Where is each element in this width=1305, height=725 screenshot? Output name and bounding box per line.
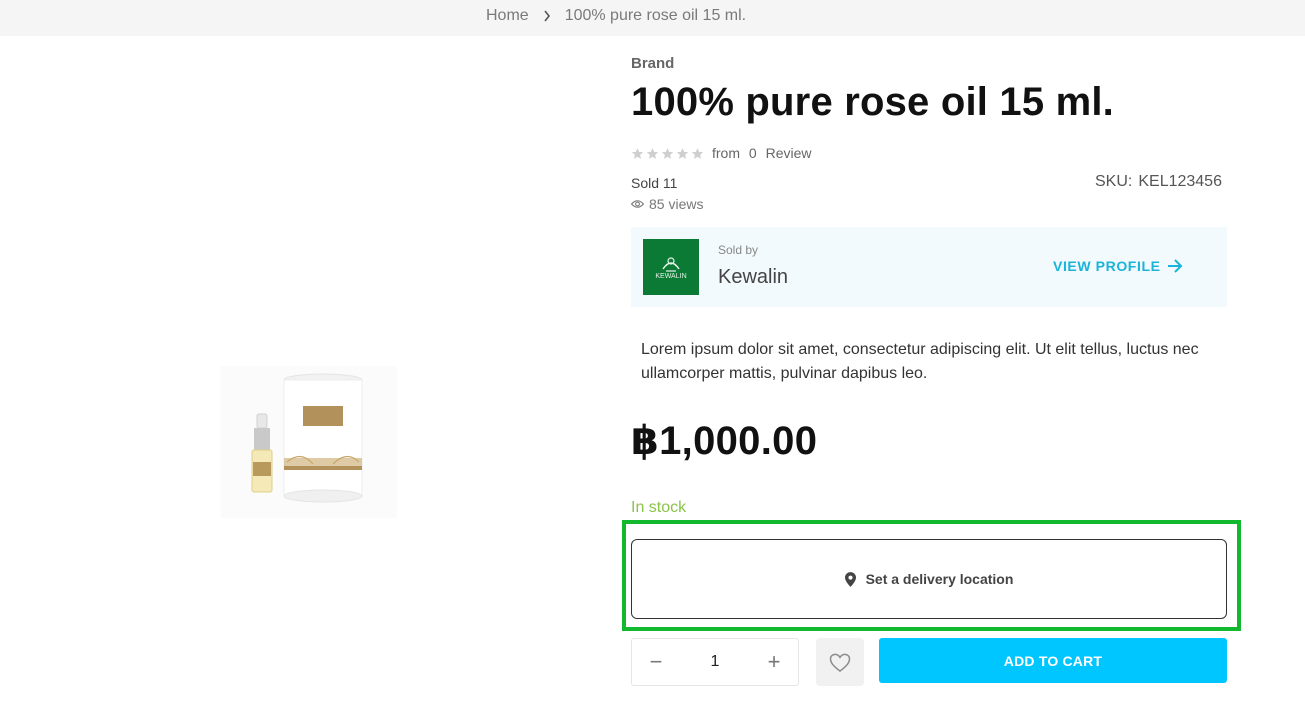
add-to-cart-button[interactable]: ADD TO CART (879, 638, 1227, 683)
delivery-label: Set a delivery location (865, 571, 1014, 587)
wishlist-button[interactable] (816, 638, 864, 686)
sku: SKU: KEL123456 (1095, 173, 1228, 191)
seller-logo-text: KEWALIN (655, 272, 687, 280)
breadcrumb-home-link[interactable]: Home (486, 7, 529, 25)
brand-label[interactable]: Brand (631, 55, 674, 72)
star-icon (661, 147, 674, 159)
seller-name[interactable]: Kewalin (718, 266, 788, 289)
breadcrumb-current: 100% pure rose oil 15 ml. (564, 7, 747, 24)
stock-status: In stock (631, 499, 687, 516)
review-from-label: from (712, 145, 740, 161)
breadcrumb: Home 100% pure rose oil 15 ml. (486, 7, 746, 25)
seller-card: KEWALIN Sold by Kewalin VIEW PROFILE (631, 227, 1227, 307)
product-gallery (0, 36, 600, 725)
chevron-right-icon (543, 10, 551, 22)
rating-stars (631, 147, 704, 160)
review-summary[interactable]: from 0 Review (712, 145, 816, 161)
product-image[interactable] (221, 366, 397, 518)
increase-quantity-button[interactable]: + (764, 649, 784, 675)
product-price: ฿1,000.00 (631, 419, 818, 463)
heart-icon (829, 653, 851, 672)
view-count: 85 views (631, 196, 703, 212)
product-title: 100% pure rose oil 15 ml. (631, 80, 1114, 124)
quantity-value[interactable]: 1 (711, 653, 720, 671)
review-count: 0 (748, 145, 757, 161)
star-icon (631, 147, 644, 159)
set-delivery-location-button[interactable]: Set a delivery location (631, 539, 1227, 619)
map-pin-icon (844, 571, 856, 587)
arrow-right-icon (1167, 259, 1182, 273)
seller-logo[interactable]: KEWALIN (643, 239, 699, 295)
product-description: Lorem ipsum dolor sit amet, consectetur … (641, 341, 1199, 382)
star-icon (691, 147, 704, 159)
view-profile-label: VIEW PROFILE (1053, 258, 1161, 274)
view-count-text: 85 views (649, 196, 704, 212)
quantity-stepper: − 1 + (631, 638, 799, 686)
sku-label: SKU: (1095, 173, 1133, 190)
rating: from 0 Review (631, 145, 816, 161)
breadcrumb-bar: Home 100% pure rose oil 15 ml. (0, 0, 1305, 36)
star-icon (676, 147, 689, 159)
review-label: Review (765, 145, 812, 161)
sold-count: Sold 11 (631, 175, 678, 191)
decrease-quantity-button[interactable]: − (646, 649, 666, 675)
star-icon (646, 147, 659, 159)
view-profile-link[interactable]: VIEW PROFILE (1053, 258, 1183, 274)
eye-icon (631, 200, 644, 208)
seller-logo-mark-icon (662, 256, 680, 272)
sold-by-label: Sold by (718, 243, 759, 257)
sku-value: KEL123456 (1138, 173, 1222, 190)
